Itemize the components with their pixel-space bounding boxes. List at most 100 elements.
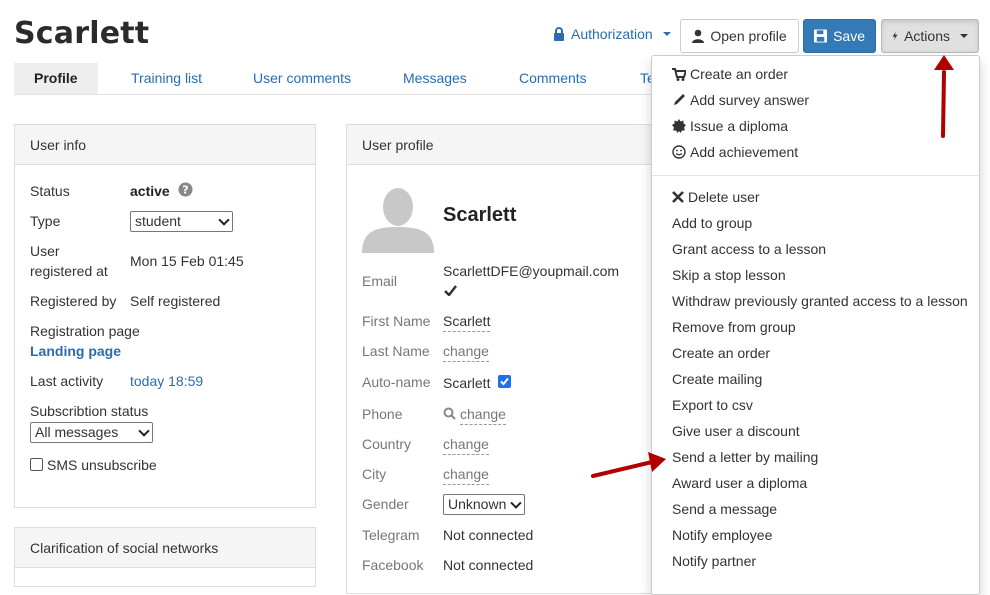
auto-name-value: Scarlett: [443, 375, 491, 391]
actions-label: Actions: [904, 28, 950, 44]
authorization-dropdown[interactable]: Authorization: [553, 26, 671, 42]
floppy-icon: [814, 29, 828, 43]
sms-unsubscribe-checkbox[interactable]: [30, 458, 43, 471]
svg-text:?: ?: [182, 184, 188, 197]
search-icon: [443, 407, 456, 420]
social-networks-panel: Clarification of social networks: [14, 527, 316, 587]
city-change[interactable]: change: [443, 464, 489, 485]
city-label: City: [362, 466, 387, 482]
facebook-label: Facebook: [362, 557, 424, 573]
registered-by-value: Self registered: [130, 293, 221, 309]
first-name-label: First Name: [362, 313, 431, 329]
menu-item-add-achievement[interactable]: Add achievement: [672, 142, 798, 162]
tab-profile[interactable]: Profile: [14, 63, 98, 94]
tab-messages[interactable]: Messages: [403, 63, 467, 94]
user-profile-panel: User profile Scarlett Email ScarlettDFE@…: [346, 124, 656, 594]
menu-item-export-csv[interactable]: Export to csv: [672, 395, 753, 415]
auto-name-label: Auto-name: [362, 374, 431, 390]
menu-item-label: Create an order: [690, 66, 789, 82]
user-info-panel: User info Status active ? Type student U…: [14, 124, 316, 508]
tab-comments[interactable]: Comments: [519, 63, 587, 94]
menu-item-give-discount[interactable]: Give user a discount: [672, 421, 800, 441]
save-label: Save: [833, 28, 865, 44]
menu-item-issue-diploma[interactable]: Issue a diploma: [672, 116, 788, 136]
profile-name: Scarlett: [443, 204, 517, 226]
avatar: [362, 183, 434, 253]
menu-item-send-message[interactable]: Send a message: [672, 499, 777, 519]
open-profile-label: Open profile: [710, 28, 787, 44]
caret-down-icon: [662, 32, 671, 36]
page-title: Scarlett: [14, 16, 150, 51]
menu-item-notify-partner[interactable]: Notify partner: [672, 551, 756, 571]
menu-item-label: Delete user: [688, 189, 760, 205]
menu-item-notify-employee[interactable]: Notify employee: [672, 525, 772, 545]
chevron-down-icon: [510, 496, 522, 509]
bolt-icon: [892, 31, 898, 41]
chevron-down-icon: [218, 213, 230, 226]
first-name-value[interactable]: Scarlett: [443, 311, 491, 332]
last-name-change[interactable]: change: [443, 341, 489, 362]
menu-item-create-order[interactable]: Create an order: [672, 64, 788, 84]
subscription-label: Subscribtion status: [30, 403, 149, 419]
menu-item-add-survey-answer[interactable]: Add survey answer: [672, 90, 809, 110]
subscription-select[interactable]: All messages: [30, 422, 153, 443]
menu-item-create-order-2[interactable]: Create an order: [672, 343, 770, 363]
last-activity-value[interactable]: today 18:59: [130, 371, 203, 391]
gender-label: Gender: [362, 496, 409, 512]
menu-item-send-letter-by-mailing[interactable]: Send a letter by mailing: [672, 447, 818, 467]
registered-by-label: Registered by: [30, 293, 117, 309]
smile-icon: [672, 145, 686, 159]
registration-page-label: Registration page: [30, 323, 140, 339]
user-icon: [692, 29, 705, 43]
phone-label: Phone: [362, 406, 403, 422]
last-activity-label: Last activity: [30, 373, 104, 389]
subscription-select-value: All messages: [35, 424, 119, 440]
email-value: ScarlettDFE@youpmail.com: [443, 263, 620, 279]
telegram-label: Telegram: [362, 527, 420, 543]
type-select[interactable]: student: [130, 211, 233, 232]
chevron-down-icon: [138, 424, 150, 437]
user-info-heading: User info: [15, 125, 315, 165]
auto-name-checkbox[interactable]: [498, 375, 511, 388]
actions-menu: Create an order Add survey answer Issue …: [651, 55, 980, 595]
checkmark-icon: [500, 377, 509, 386]
lock-icon: [554, 27, 564, 41]
country-label: Country: [362, 436, 412, 452]
menu-item-award-diploma[interactable]: Award user a diploma: [672, 473, 807, 493]
open-profile-button[interactable]: Open profile: [680, 19, 799, 53]
certificate-icon: [672, 119, 686, 133]
landing-page-link[interactable]: Landing page: [30, 341, 121, 361]
authorization-label: Authorization: [571, 26, 653, 42]
check-icon: [444, 285, 457, 296]
menu-item-label: Add achievement: [690, 144, 799, 160]
gender-select[interactable]: Unknown: [443, 494, 525, 515]
menu-item-delete-user[interactable]: Delete user: [672, 187, 760, 207]
menu-item-grant-access[interactable]: Grant access to a lesson: [672, 239, 826, 259]
last-name-label: Last Name: [362, 343, 430, 359]
status-value: active: [130, 183, 170, 199]
type-select-value: student: [135, 213, 181, 229]
close-icon: [672, 191, 684, 203]
menu-item-skip-stop-lesson[interactable]: Skip a stop lesson: [672, 265, 786, 285]
phone-change[interactable]: change: [460, 404, 506, 425]
menu-item-create-mailing[interactable]: Create mailing: [672, 369, 762, 389]
menu-item-label: Issue a diploma: [690, 118, 789, 134]
type-label: Type: [30, 213, 61, 229]
menu-item-remove-from-group[interactable]: Remove from group: [672, 317, 796, 337]
menu-item-withdraw-access[interactable]: Withdraw previously granted access to a …: [672, 291, 968, 311]
actions-button[interactable]: Actions: [881, 19, 979, 53]
cart-icon: [672, 67, 686, 81]
tab-user-comments[interactable]: User comments: [253, 63, 351, 94]
help-icon[interactable]: ?: [178, 182, 193, 197]
facebook-value: Not connected: [443, 557, 534, 573]
menu-divider: [652, 175, 979, 176]
telegram-value: Not connected: [443, 527, 534, 543]
tab-training-list[interactable]: Training list: [131, 63, 202, 94]
save-button[interactable]: Save: [803, 19, 876, 53]
sms-unsubscribe-label: SMS unsubscribe: [47, 457, 157, 473]
country-change[interactable]: change: [443, 434, 489, 455]
registered-label-2: registered at: [30, 263, 108, 279]
email-label: Email: [362, 273, 398, 289]
caret-down-icon: [960, 34, 968, 38]
menu-item-add-to-group[interactable]: Add to group: [672, 213, 752, 233]
